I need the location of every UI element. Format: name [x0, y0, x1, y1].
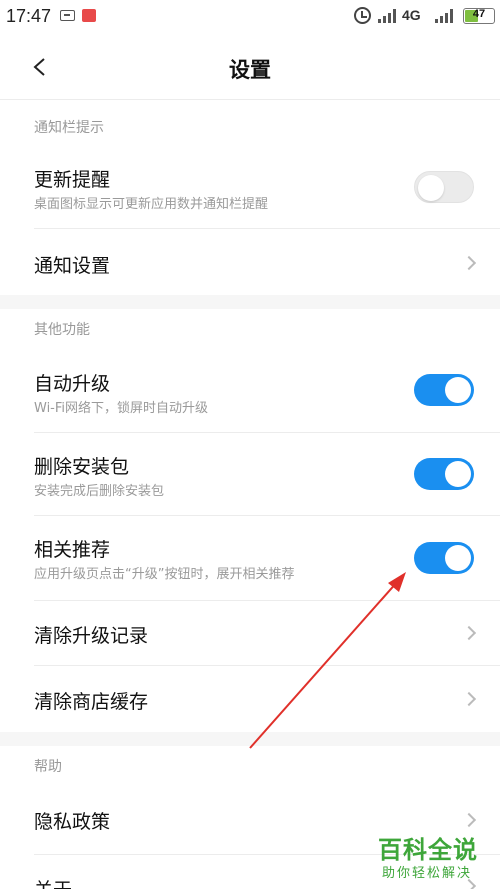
- alarm-icon: [354, 7, 371, 24]
- toggle-knob: [418, 175, 444, 201]
- battery-level: 47: [472, 8, 486, 20]
- setting-title: 自动升级: [34, 373, 111, 395]
- status-time: 17:47: [6, 6, 52, 26]
- signal-icon: [378, 9, 398, 23]
- toggle-knob: [445, 377, 471, 403]
- setting-clear-store-cache[interactable]: 清除商店缓存: [0, 666, 500, 732]
- setting-title: 删除安装包: [34, 456, 130, 478]
- network-type: 4G: [402, 7, 421, 23]
- setting-title: 通知设置: [34, 255, 111, 277]
- setting-title: 更新提醒: [34, 169, 111, 191]
- toggle-knob: [445, 461, 471, 487]
- auto-upgrade-toggle[interactable]: [414, 374, 474, 406]
- section-gap: [0, 732, 500, 746]
- update-reminder-toggle[interactable]: [414, 171, 474, 203]
- setting-clear-upgrade-records[interactable]: 清除升级记录: [0, 601, 500, 665]
- notification-icon: [82, 9, 96, 22]
- battery-icon: 47: [463, 8, 495, 24]
- signal-icon: [435, 9, 455, 23]
- chevron-right-icon: [461, 691, 477, 707]
- section-gap: [0, 295, 500, 309]
- related-recommend-toggle[interactable]: [414, 542, 474, 574]
- setting-title: 清除商店缓存: [34, 691, 149, 713]
- setting-title: 相关推荐: [34, 539, 111, 561]
- title-bar: 设置: [0, 36, 500, 100]
- setting-subtitle: Wi-Fi网络下，锁屏时自动升级: [34, 401, 209, 416]
- section-header-notification: 通知栏提示: [34, 120, 104, 136]
- setting-notification-settings[interactable]: 通知设置: [0, 229, 500, 295]
- setting-subtitle: 桌面图标显示可更新应用数并通知栏提醒: [34, 197, 269, 212]
- watermark-subtitle: 助你轻松解决: [382, 866, 473, 881]
- setting-title: 关于: [34, 875, 72, 889]
- watermark-title: 百科全说: [378, 836, 478, 864]
- setting-auto-upgrade[interactable]: 自动升级 Wi-Fi网络下，锁屏时自动升级: [0, 350, 500, 432]
- setting-title: 隐私政策: [34, 811, 111, 833]
- setting-related-recommend[interactable]: 相关推荐 应用升级页点击“升级”按钮时，展开相关推荐: [0, 516, 500, 600]
- delete-package-toggle[interactable]: [414, 458, 474, 490]
- setting-subtitle: 安装完成后删除安装包: [34, 484, 165, 499]
- sim-icon: [60, 10, 75, 21]
- section-header-help: 帮助: [34, 759, 62, 775]
- chevron-right-icon: [461, 255, 477, 271]
- setting-title: 清除升级记录: [34, 625, 149, 647]
- page-title: 设置: [229, 58, 271, 82]
- chevron-right-icon: [461, 812, 477, 828]
- chevron-right-icon: [461, 625, 477, 641]
- toggle-knob: [445, 545, 471, 571]
- watermark-logo: 百科全说 助你轻松解决: [364, 826, 500, 889]
- section-header-other: 其他功能: [34, 322, 90, 338]
- setting-subtitle: 应用升级页点击“升级”按钮时，展开相关推荐: [34, 567, 295, 582]
- setting-delete-package[interactable]: 删除安装包 安装完成后删除安装包: [0, 433, 500, 515]
- setting-update-reminder[interactable]: 更新提醒 桌面图标显示可更新应用数并通知栏提醒: [0, 148, 500, 228]
- status-bar: 17:47 4G 47: [0, 0, 500, 36]
